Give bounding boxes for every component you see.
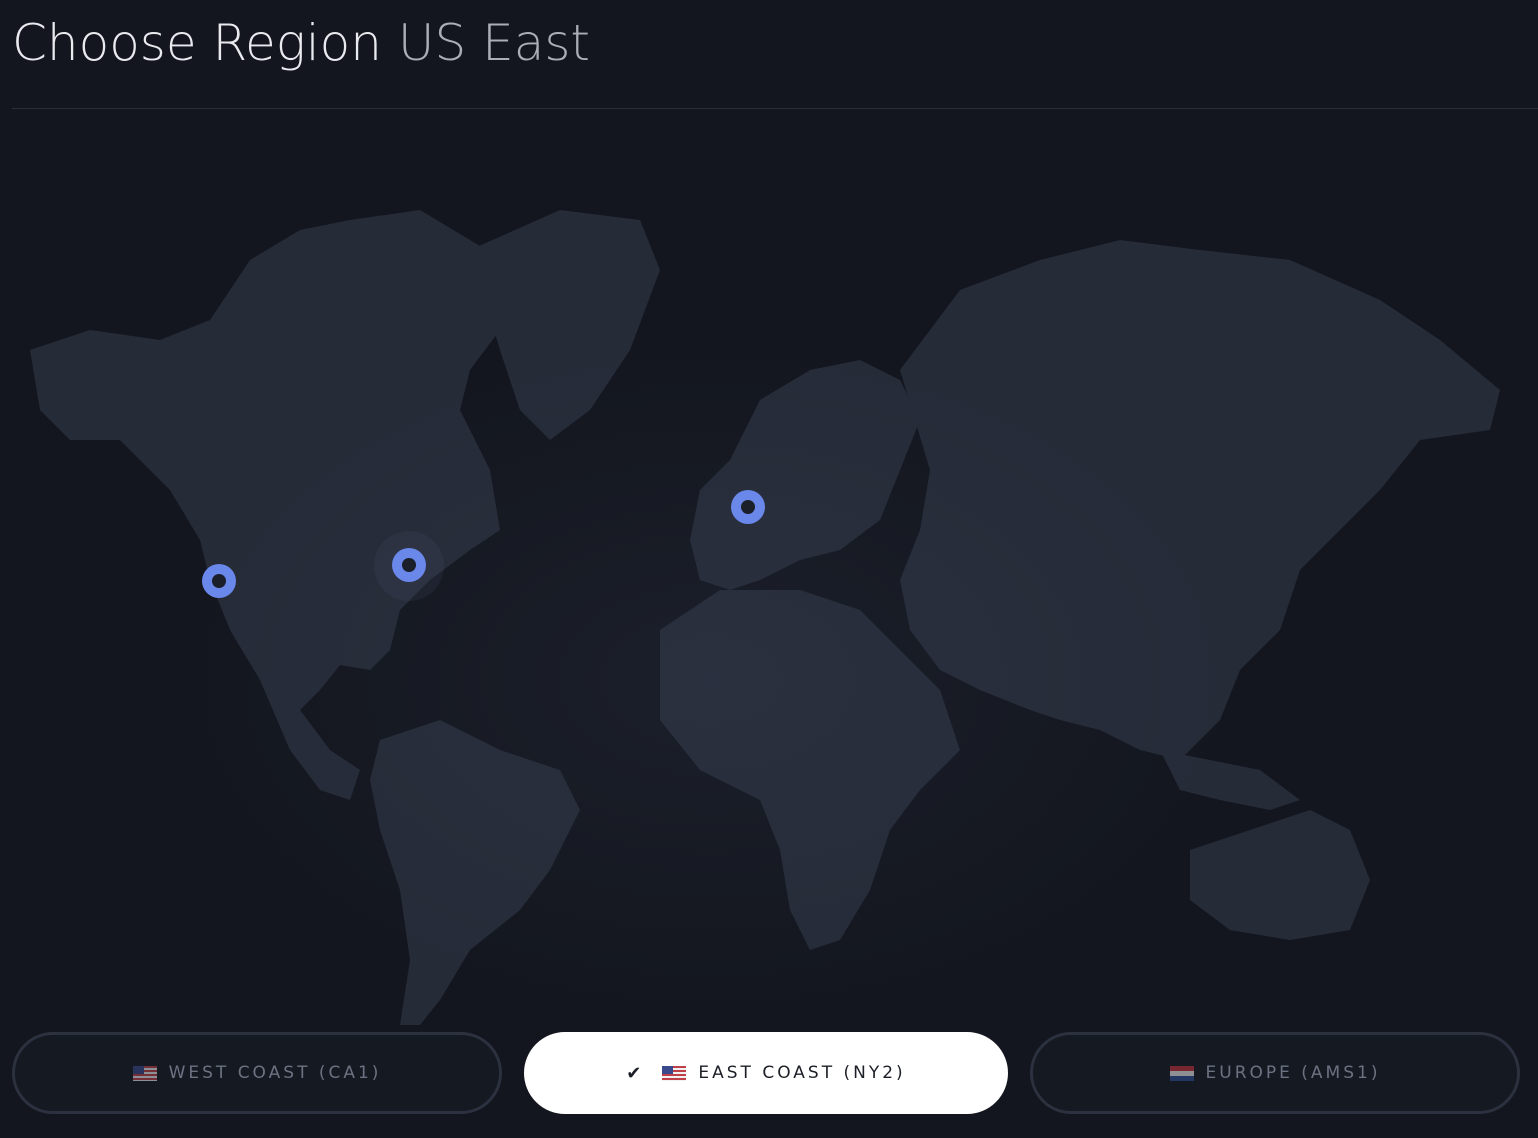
world-map xyxy=(0,110,1538,1025)
page-header: Choose Region US East xyxy=(12,14,590,82)
continent-asia xyxy=(900,240,1500,760)
continent-greenland xyxy=(470,210,660,440)
continent-southeast-asia xyxy=(1160,750,1300,810)
region-label: EUROPE (AMS1) xyxy=(1205,1063,1381,1083)
page-title: Choose Region xyxy=(12,14,382,72)
netherlands-flag-icon xyxy=(1169,1065,1194,1081)
world-map-graphic xyxy=(30,210,1500,1025)
continent-europe xyxy=(690,360,920,590)
west-coast-marker[interactable] xyxy=(202,564,236,598)
region-button-europe[interactable]: EUROPE (AMS1) xyxy=(1030,1032,1520,1114)
continent-australia xyxy=(1190,810,1370,940)
region-label: EAST COAST (NY2) xyxy=(698,1063,906,1083)
region-button-east-coast[interactable]: ✔ EAST COAST (NY2) xyxy=(524,1032,1008,1114)
current-region-label: US East xyxy=(397,14,591,72)
marker-core xyxy=(402,558,416,572)
header-divider xyxy=(12,108,1538,109)
continent-africa xyxy=(660,590,960,950)
east-coast-marker[interactable] xyxy=(392,548,426,582)
marker-core xyxy=(212,574,226,588)
region-button-west-coast[interactable]: WEST COAST (CA1) xyxy=(12,1032,502,1114)
region-picker-page: Choose Region US East WEST COAST (CA1) ✔… xyxy=(0,0,1538,1138)
continent-north-america xyxy=(30,210,520,800)
checkmark-icon: ✔ xyxy=(626,1062,645,1084)
region-label: WEST COAST (CA1) xyxy=(168,1063,382,1083)
us-flag-icon xyxy=(132,1065,157,1081)
europe-marker[interactable] xyxy=(731,490,765,524)
marker-core xyxy=(741,500,755,514)
us-flag-icon xyxy=(662,1065,687,1081)
continent-south-america xyxy=(370,720,580,1025)
